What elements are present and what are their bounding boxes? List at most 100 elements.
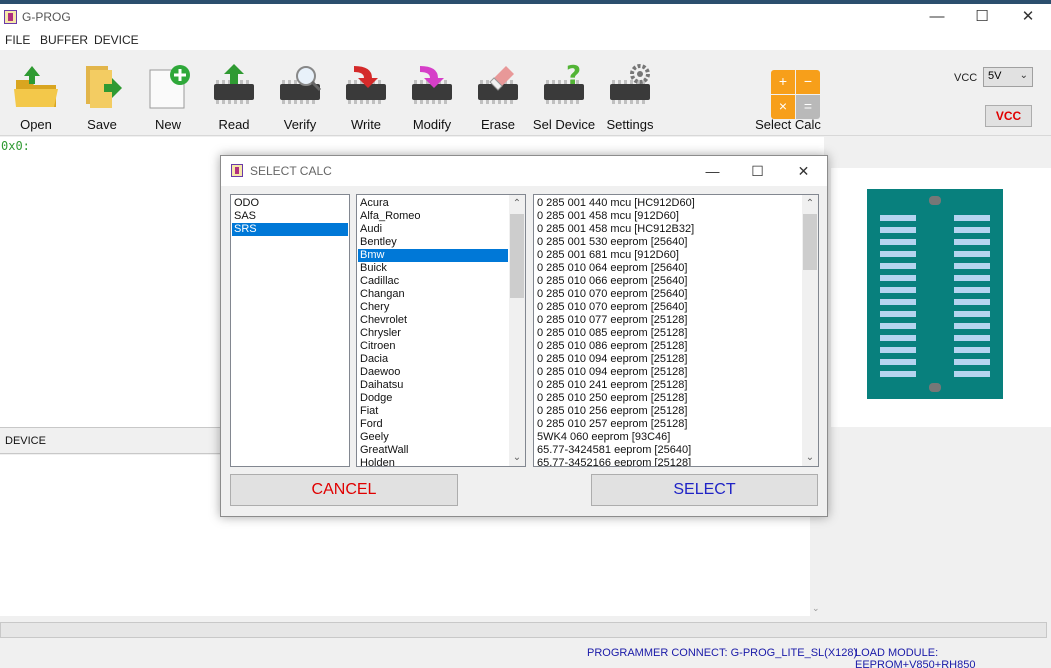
menu-buffer[interactable]: BUFFER	[40, 33, 88, 47]
module-list-item[interactable]: 0 285 010 094 eeprom [25128]	[535, 366, 801, 379]
chip-socket-diagram	[867, 189, 1003, 399]
module-list-item[interactable]: 0 285 010 070 eeprom [25640]	[535, 301, 801, 314]
brand-list-item[interactable]: Dodge	[358, 392, 508, 405]
brand-list-item[interactable]: Audi	[358, 223, 508, 236]
socket-pin	[954, 215, 990, 221]
module-list-item[interactable]: 0 285 010 064 eeprom [25640]	[535, 262, 801, 275]
app-icon	[4, 10, 17, 24]
brand-list-item[interactable]: Daewoo	[358, 366, 508, 379]
hex-address: 0x0:	[1, 139, 30, 153]
brand-scrollbar[interactable]: ⌃ ⌄	[509, 195, 525, 466]
socket-pin	[954, 359, 990, 365]
module-list-item[interactable]: 0 285 010 250 eeprom [25128]	[535, 392, 801, 405]
scroll-down-icon[interactable]: ⌄	[509, 449, 525, 466]
socket-notch-bottom	[929, 383, 941, 392]
read-button[interactable]: Read	[202, 58, 266, 134]
new-button[interactable]: New	[136, 58, 200, 134]
verify-button[interactable]: Verify	[268, 58, 332, 134]
brand-list-item[interactable]: GreatWall	[358, 444, 508, 457]
category-list-item[interactable]: SRS	[232, 223, 348, 236]
module-list-item[interactable]: 0 285 001 458 mcu [912D60]	[535, 210, 801, 223]
scroll-up-icon[interactable]: ⌃	[509, 195, 525, 212]
brand-list-item[interactable]: Chrysler	[358, 327, 508, 340]
module-list-item[interactable]: 0 285 010 257 eeprom [25128]	[535, 418, 801, 431]
module-scrollbar[interactable]: ⌃ ⌄	[802, 195, 818, 466]
brand-list-item[interactable]: Bentley	[358, 236, 508, 249]
brand-list-item[interactable]: Buick	[358, 262, 508, 275]
module-list-item[interactable]: 0 285 001 530 eeprom [25640]	[535, 236, 801, 249]
open-button[interactable]: Open	[4, 58, 68, 134]
settings-button[interactable]: Settings	[598, 58, 662, 134]
module-list-item[interactable]: 0 285 010 086 eeprom [25128]	[535, 340, 801, 353]
dialog-title-bar: SELECT CALC — ☐ ✕	[221, 156, 827, 186]
scroll-up-icon[interactable]: ⌃	[802, 195, 818, 212]
module-list-item[interactable]: 65.77-3424581 eeprom [25640]	[535, 444, 801, 457]
module-list-item[interactable]: 0 285 010 077 eeprom [25128]	[535, 314, 801, 327]
brand-list-item[interactable]: Alfa_Romeo	[358, 210, 508, 223]
module-list-item[interactable]: 0 285 010 241 eeprom [25128]	[535, 379, 801, 392]
module-list-item[interactable]: 0 285 010 066 eeprom [25640]	[535, 275, 801, 288]
module-list-item[interactable]: 0 285 001 458 mcu [HC912B32]	[535, 223, 801, 236]
cancel-button[interactable]: CANCEL	[230, 474, 458, 506]
brand-list-item[interactable]: Acura	[358, 197, 508, 210]
module-list-item[interactable]: 0 285 001 681 mcu [912D60]	[535, 249, 801, 262]
select-button[interactable]: SELECT	[591, 474, 818, 506]
socket-pin	[880, 311, 916, 317]
brand-list-item[interactable]: Fiat	[358, 405, 508, 418]
brand-list-item[interactable]: Chery	[358, 301, 508, 314]
socket-pin	[954, 299, 990, 305]
module-scroll-thumb[interactable]	[803, 214, 817, 270]
brand-list[interactable]: Acura Alfa_Romeo Audi Bentley Bmw Buick Cadill…	[356, 194, 526, 467]
brand-list-item[interactable]: Ford	[358, 418, 508, 431]
minimize-button[interactable]: —	[914, 4, 960, 30]
menu-file[interactable]: FILE	[5, 33, 30, 47]
socket-pin	[954, 347, 990, 353]
status-load-module: LOAD MODULE: EEPROM+V850+RH850	[855, 647, 976, 668]
select-device-icon: ?	[540, 62, 588, 112]
module-list-item[interactable]: 0 285 010 256 eeprom [25128]	[535, 405, 801, 418]
read-chip-icon	[210, 62, 258, 112]
socket-pin	[880, 335, 916, 341]
dialog-maximize-button[interactable]: ☐	[735, 156, 780, 186]
scroll-down-icon[interactable]: ⌄	[802, 449, 818, 466]
brand-list-item[interactable]: Dacia	[358, 353, 508, 366]
module-list-item[interactable]: 5WK4 060 eeprom [93C46]	[535, 431, 801, 444]
category-list-item[interactable]: ODO	[232, 197, 348, 210]
module-list-item[interactable]: 0 285 010 085 eeprom [25128]	[535, 327, 801, 340]
module-list[interactable]: 0 285 001 440 mcu [HC912D60] 0 285 001 45…	[533, 194, 819, 467]
module-list-item[interactable]: 0 285 001 440 mcu [HC912D60]	[535, 197, 801, 210]
module-list-item[interactable]: 65.77-3452166 eeprom [25128]	[535, 457, 801, 466]
category-list[interactable]: ODO SAS SRS	[230, 194, 350, 467]
brand-list-item[interactable]: Holden	[358, 457, 508, 466]
vcc-select[interactable]: 5V ⌄	[983, 67, 1033, 87]
module-list-item[interactable]: 0 285 010 094 eeprom [25128]	[535, 353, 801, 366]
write-button[interactable]: Write	[334, 58, 398, 134]
settings-gear-icon	[606, 62, 654, 112]
category-list-item[interactable]: SAS	[232, 210, 348, 223]
select-calc-button[interactable]: + − × = Select Calc	[755, 58, 821, 134]
modify-button[interactable]: Modify	[400, 58, 464, 134]
brand-list-item[interactable]: Changan	[358, 288, 508, 301]
menu-device[interactable]: DEVICE	[94, 33, 139, 47]
close-button[interactable]: ✕	[1005, 4, 1051, 30]
maximize-button[interactable]: ☐	[959, 4, 1005, 30]
brand-list-item[interactable]: Daihatsu	[358, 379, 508, 392]
progress-bar	[0, 622, 1047, 638]
dialog-close-button[interactable]: ✕	[781, 156, 826, 186]
calculator-icon: + − × =	[764, 62, 820, 119]
brand-list-item[interactable]: Bmw	[358, 249, 508, 262]
scroll-down-icon[interactable]: ⌄	[812, 603, 820, 614]
verify-chip-icon	[276, 62, 324, 112]
sel-device-button[interactable]: ? Sel Device	[532, 58, 596, 134]
brand-list-item[interactable]: Geely	[358, 431, 508, 444]
brand-list-item[interactable]: Cadillac	[358, 275, 508, 288]
brand-list-item[interactable]: Citroen	[358, 340, 508, 353]
brand-scroll-thumb[interactable]	[510, 214, 524, 298]
erase-button[interactable]: Erase	[466, 58, 530, 134]
brand-list-item[interactable]: Chevrolet	[358, 314, 508, 327]
vcc-button[interactable]: VCC	[985, 105, 1032, 127]
save-button[interactable]: Save	[70, 58, 134, 134]
dialog-minimize-button[interactable]: —	[690, 156, 735, 186]
dialog-title: SELECT CALC	[250, 164, 332, 178]
module-list-item[interactable]: 0 285 010 070 eeprom [25640]	[535, 288, 801, 301]
